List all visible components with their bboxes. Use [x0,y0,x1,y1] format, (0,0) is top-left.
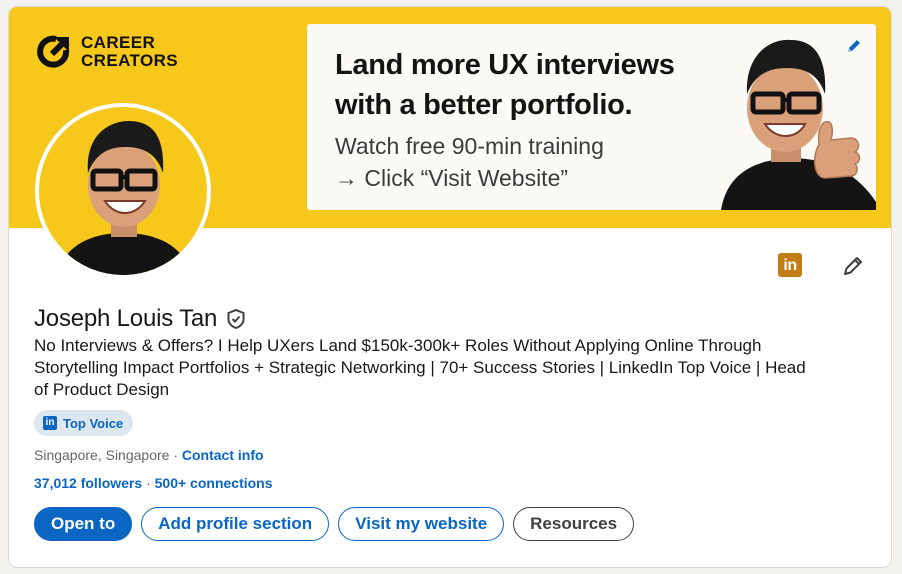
promo-headline-line-2: with a better portfolio. [335,89,633,121]
promo-box: Land more UX interviews with a better po… [307,24,876,210]
location-separator: · [173,447,178,463]
connections-link[interactable]: 500+ connections [155,475,273,491]
brand-line-2: CREATORS [81,51,179,70]
profile-card: CAREER CREATORS Land more UX interviews … [8,6,892,568]
location-text: Singapore, Singapore [34,447,170,463]
visit-my-website-button[interactable]: Visit my website [338,507,505,541]
profile-avatar[interactable] [35,103,211,279]
profile-headline: No Interviews & Offers? I Help UXers Lan… [34,335,864,401]
profile-name: Joseph Louis Tan [34,305,218,332]
career-creators-brand: CAREER CREATORS [35,33,178,71]
top-voice-label: Top Voice [63,415,124,431]
profile-name-row: Joseph Louis Tan [34,305,247,333]
headline-line-2: Storytelling Impact Portfolios + Strateg… [34,358,806,377]
headline-line-1: No Interviews & Offers? I Help UXers Lan… [34,336,762,355]
promo-headline-line-1: Land more UX interviews [335,49,675,81]
open-to-button[interactable]: Open to [34,507,133,541]
edit-banner-pencil-icon[interactable] [845,37,863,55]
headline-line-3: of Product Design [34,380,170,399]
top-voice-badge[interactable]: in Top Voice [34,410,134,436]
resources-button[interactable]: Resources [513,507,635,541]
network-separator: · [146,475,155,491]
linkedin-small-icon: in [43,416,57,430]
brand-wordmark: CAREER CREATORS [81,34,178,70]
add-profile-section-button[interactable]: Add profile section [141,507,330,541]
linkedin-icon[interactable]: in [778,253,802,277]
verified-shield-icon[interactable] [225,308,247,330]
contact-info-link[interactable]: Contact info [182,447,264,463]
location-row: Singapore, Singapore · Contact info [34,447,264,463]
career-creators-logo-icon [37,35,70,68]
promo-sub-line-1: Watch free 90-min training [335,133,604,159]
profile-actions: Open to Add profile section Visit my web… [34,507,635,541]
brand-line-1: CAREER [81,33,156,52]
edit-profile-pencil-icon[interactable] [840,253,866,279]
network-row: 37,012 followers · 500+ connections [34,475,273,491]
promo-sub-line-2: → Click “Visit Website” [335,165,569,191]
followers-link[interactable]: 37,012 followers [34,475,142,491]
promo-headline: Land more UX interviews with a better po… [335,45,725,125]
avatar-photo [39,107,207,275]
promo-subtext: Watch free 90-min training → Click “Visi… [335,130,695,194]
